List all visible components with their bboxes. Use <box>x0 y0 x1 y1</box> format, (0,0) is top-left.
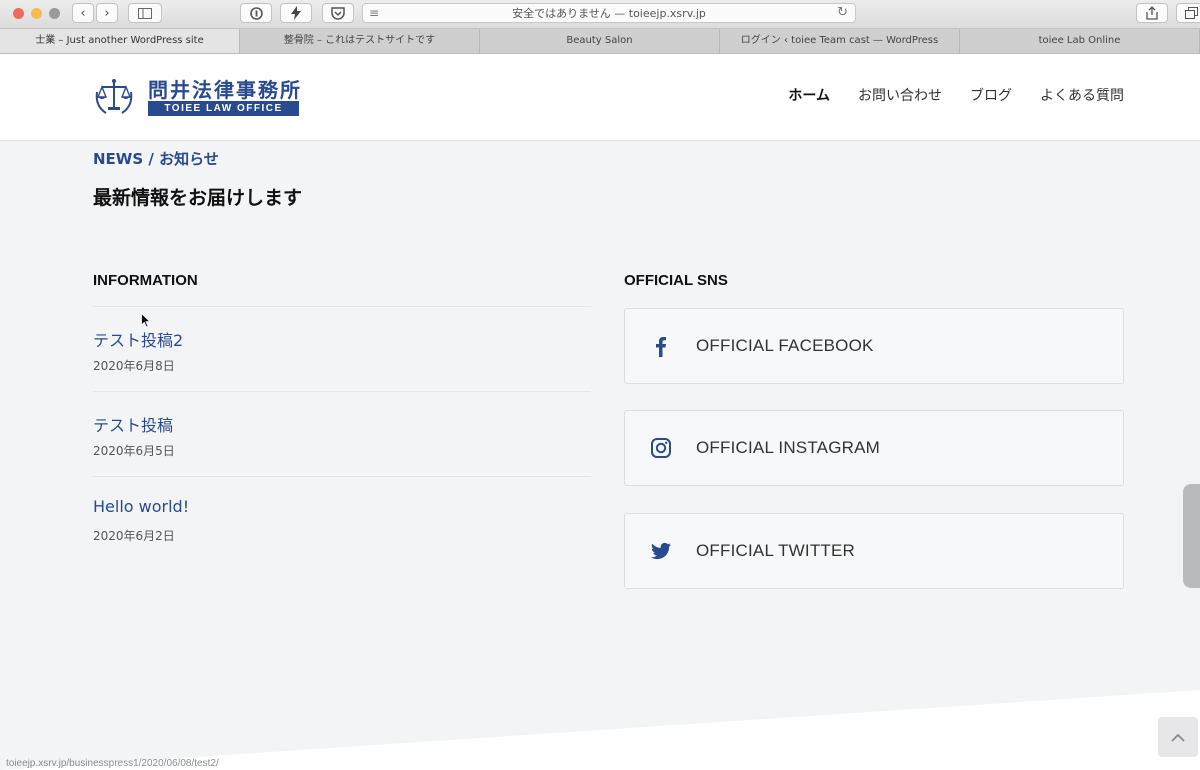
address-bar[interactable]: ≡ 安全ではありません — toieejp.xsrv.jp ↻ <box>362 3 856 23</box>
side-scroll-tab[interactable] <box>1183 484 1200 588</box>
nav-home[interactable]: ホーム <box>788 85 830 105</box>
bolt-extension-button[interactable] <box>280 3 312 23</box>
share-icon <box>1146 6 1158 20</box>
chevron-left-icon: ‹ <box>80 5 86 21</box>
news-headline: 最新情報をお届けします <box>93 187 303 209</box>
list-item: Hello world! 2020年6月2日 <box>93 476 591 561</box>
browser-tab[interactable]: ログイン ‹ toiee Team cast — WordPress <box>720 29 960 53</box>
status-bar-url: toieejp.xsrv.jp/businesspress1/2020/06/0… <box>6 758 219 769</box>
post-date: 2020年6月2日 <box>93 529 175 543</box>
forward-button[interactable]: › <box>96 3 118 23</box>
facebook-icon <box>656 337 666 357</box>
browser-tab[interactable]: 整骨院 – これはテストサイトです <box>240 29 480 53</box>
nav-faq[interactable]: よくある質問 <box>1040 85 1124 105</box>
logo-japanese-text[interactable]: 問井法律事務所 <box>148 74 302 103</box>
zoom-window-button[interactable] <box>49 8 60 19</box>
facebook-link-card[interactable]: OFFICIAL FACEBOOK <box>624 308 1124 384</box>
mouse-cursor-icon <box>141 313 151 328</box>
post-title-link[interactable]: テスト投稿2 <box>93 327 183 351</box>
browser-tab[interactable]: 士業 – Just another WordPress site <box>0 29 240 53</box>
close-window-button[interactable] <box>13 8 24 19</box>
list-item: テスト投稿 2020年6月5日 <box>93 391 591 476</box>
twitter-icon <box>651 542 671 560</box>
browser-tab[interactable]: toiee Lab Online <box>960 29 1200 53</box>
chevron-right-icon: › <box>104 5 110 21</box>
back-button[interactable]: ‹ <box>72 3 94 23</box>
browser-toolbar: ‹ › ≡ 安全ではありません — toieejp.xsrv.jp ↻ <box>0 0 1200 29</box>
reload-icon[interactable]: ↻ <box>837 5 848 20</box>
post-title-link[interactable]: Hello world! <box>93 497 189 516</box>
back-to-top-button[interactable] <box>1158 717 1198 757</box>
logo-english-text[interactable]: TOIEE LAW OFFICE <box>148 101 299 116</box>
sidebar-icon <box>138 7 152 19</box>
information-heading: INFORMATION <box>93 272 198 289</box>
list-item: テスト投稿2 2020年6月8日 <box>93 306 591 391</box>
nav-contact[interactable]: お問い合わせ <box>858 85 942 105</box>
official-sns-heading: OFFICIAL SNS <box>624 272 728 289</box>
pocket-icon <box>331 6 345 20</box>
browser-tab[interactable]: Beauty Salon <box>480 29 720 53</box>
chevron-up-icon <box>1171 733 1185 742</box>
pocket-extension-button[interactable] <box>322 3 354 23</box>
twitter-link-card[interactable]: OFFICIAL TWITTER <box>624 513 1124 589</box>
tab-bar: 士業 – Just another WordPress site 整骨院 – こ… <box>0 29 1200 54</box>
news-section-label: NEWS / お知らせ <box>93 150 219 168</box>
instagram-link-label: OFFICIAL INSTAGRAM <box>696 438 881 457</box>
tabs-icon <box>1184 7 1198 19</box>
address-text: 安全ではありません — toieejp.xsrv.jp <box>512 7 706 20</box>
instagram-link-card[interactable]: OFFICIAL INSTAGRAM <box>624 410 1124 486</box>
post-date: 2020年6月8日 <box>93 359 175 373</box>
minimize-window-button[interactable] <box>31 8 42 19</box>
post-title-link[interactable]: テスト投稿 <box>93 412 173 436</box>
reader-view-icon[interactable]: ≡ <box>369 6 379 20</box>
tab-overview-button[interactable] <box>1176 3 1200 23</box>
main-nav: ホーム お問い合わせ ブログ よくある質問 <box>788 85 1124 105</box>
nav-blog[interactable]: ブログ <box>970 85 1012 105</box>
onepassword-icon <box>249 6 263 20</box>
scales-of-justice-icon[interactable] <box>92 78 136 116</box>
post-date: 2020年6月5日 <box>93 444 175 458</box>
facebook-link-label: OFFICIAL FACEBOOK <box>696 336 874 355</box>
information-list: テスト投稿2 2020年6月8日 テスト投稿 2020年6月5日 Hello w… <box>93 306 591 561</box>
sidebar-toggle-button[interactable] <box>128 3 162 23</box>
lightning-icon <box>291 6 301 20</box>
twitter-link-label: OFFICIAL TWITTER <box>696 541 856 560</box>
share-button[interactable] <box>1136 3 1168 23</box>
instagram-icon <box>651 438 671 458</box>
password-extension-button[interactable] <box>240 3 272 23</box>
site-header: 問井法律事務所 TOIEE LAW OFFICE ホーム お問い合わせ ブログ … <box>0 54 1200 141</box>
